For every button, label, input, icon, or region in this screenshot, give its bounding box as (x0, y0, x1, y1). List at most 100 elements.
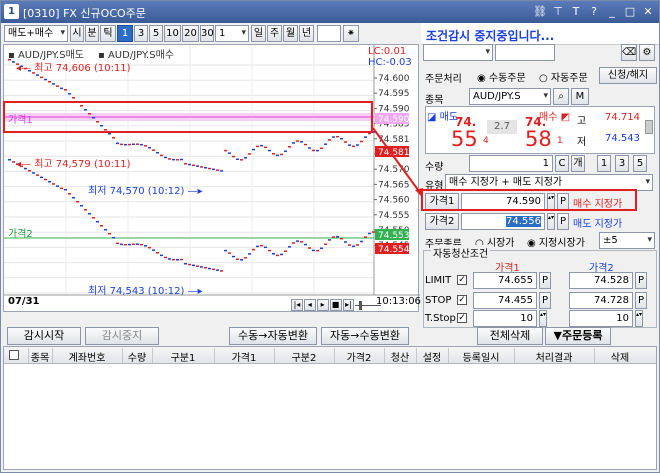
stop2-input[interactable]: 74.728 (569, 292, 633, 309)
period2-button-0[interactable]: 일 (251, 25, 266, 42)
buy-sub: 1 (557, 136, 563, 146)
stop-checkbox[interactable]: ✓ (457, 295, 467, 305)
link-icon[interactable]: ⛓ (533, 4, 547, 19)
account-select[interactable] (423, 44, 493, 61)
period-button-0[interactable]: 시 (70, 25, 84, 42)
manual-to-auto-button[interactable]: 수동→자동변환 (229, 327, 317, 345)
period-button-8[interactable]: 30 (200, 25, 214, 42)
sell-label[interactable]: ◪ 매도 (427, 108, 458, 123)
tolerance-select[interactable]: ±5 (599, 232, 655, 249)
order-grid[interactable]: 종목 계좌번호 수량 구분1 가격1 구분2 가격2 청산 설정 등록일시 처리결과 삭제 (3, 346, 657, 470)
scroll-prev-icon[interactable]: ◂ (303, 299, 316, 311)
grid-col-11[interactable]: 삭제 (594, 349, 646, 364)
stop1-input[interactable]: 74.455 (473, 292, 537, 309)
eraser-icon[interactable]: ⌫ (621, 44, 637, 61)
help-icon[interactable]: ? (587, 4, 601, 19)
start-monitor-button[interactable]: 감시시작 (7, 327, 81, 345)
text-icon[interactable]: T (569, 4, 583, 19)
qty-button-0[interactable]: C (555, 155, 569, 172)
period-button-4[interactable]: 3 (134, 25, 148, 42)
grid-col-0[interactable]: 종목 (28, 349, 52, 364)
apply-cancel-button[interactable]: 신청/해지 (599, 67, 657, 84)
tstop2-stepper[interactable]: ▴▾ (635, 310, 643, 327)
register-order-button[interactable]: ▼주문등록 (545, 327, 611, 345)
scroll-last-icon[interactable]: ▸| (342, 299, 355, 311)
period-button-6[interactable]: 10 (164, 25, 181, 42)
select-all-checkbox[interactable] (9, 350, 19, 360)
period-button-1[interactable]: 분 (85, 25, 99, 42)
qty-button-3[interactable]: 3 (615, 155, 629, 172)
close-icon[interactable]: ✕ (641, 4, 655, 19)
pin-icon[interactable]: ⊤ (551, 4, 565, 19)
limit-checkbox[interactable]: ✓ (457, 275, 467, 285)
grid-col-3[interactable]: 구분1 (152, 349, 214, 364)
tick-buy (72, 197, 75, 199)
qty-button-1[interactable]: 개 (571, 155, 585, 172)
stop-monitor-button[interactable]: 감시중지 (85, 327, 159, 345)
symbol-select[interactable]: AUD/JPY.S (469, 88, 551, 105)
grid-col-2[interactable]: 수량 (122, 349, 152, 364)
auto-to-manual-button[interactable]: 자동→수동변환 (321, 327, 409, 345)
tick-buy (308, 247, 311, 249)
price2-button[interactable]: 가격2 (425, 213, 459, 230)
grid-col-5[interactable]: 구분2 (274, 349, 334, 364)
tick-sell (68, 93, 71, 95)
limit-market-radio[interactable]: ◉ 지정시장가 (527, 234, 585, 249)
quote-scroll[interactable] (645, 120, 653, 134)
sell-price[interactable]: 55 (451, 127, 478, 151)
manual-order-radio[interactable]: ◉ 수동주문 (477, 69, 526, 84)
maximize-icon[interactable]: □ (623, 4, 637, 19)
chart-mode-icon[interactable]: M (571, 88, 589, 105)
zoom-slider[interactable] (355, 299, 382, 311)
limit2-input[interactable]: 74.528 (569, 272, 633, 289)
qty-button-2[interactable]: 1 (597, 155, 611, 172)
period2-button-2[interactable]: 월 (283, 25, 298, 42)
price2-input[interactable]: 74.556 (461, 213, 545, 230)
grid-col-4[interactable]: 가격1 (214, 349, 274, 364)
count-input[interactable] (317, 25, 341, 42)
delete-all-button[interactable]: 전체삭제 (477, 327, 543, 345)
buy-price[interactable]: 58 (525, 127, 552, 151)
side-select[interactable]: 매도+매수 (4, 25, 68, 42)
play-icon[interactable]: ▸ (316, 299, 329, 311)
grid-col-6[interactable]: 가격2 (334, 349, 384, 364)
qty-button-4[interactable]: 5 (633, 155, 647, 172)
stop2-p-button[interactable]: P (635, 292, 647, 309)
period-n-select[interactable]: 1 (215, 25, 249, 42)
tstop1-input[interactable]: 10 (473, 310, 537, 327)
y-tick-label: 74.555 (378, 211, 410, 221)
stop-icon[interactable]: ■ (329, 299, 342, 311)
grid-col-9[interactable]: 등록일시 (448, 349, 514, 364)
period-button-7[interactable]: 20 (182, 25, 199, 42)
password-input[interactable] (495, 44, 555, 61)
tstop-checkbox[interactable]: ✓ (457, 313, 467, 323)
price2-stepper[interactable]: ▴▾ (547, 213, 555, 230)
stop1-p-button[interactable]: P (539, 292, 551, 309)
window-number-icon[interactable]: 1 (4, 4, 19, 19)
period-button-3[interactable]: 1 (117, 25, 133, 42)
auto-order-radio[interactable]: ○ 자동주문 (539, 69, 588, 84)
grid-col-7[interactable]: 청산 (384, 349, 416, 364)
tick-sell (156, 152, 159, 154)
period-button-2[interactable]: 틱 (100, 25, 116, 42)
settings-icon[interactable]: ⁕ (343, 25, 359, 42)
gear-icon[interactable]: ⚙ (639, 44, 655, 61)
scroll-first-icon[interactable]: |◂ (291, 299, 303, 311)
grid-col-10[interactable]: 처리결과 (514, 349, 594, 364)
period2-button-1[interactable]: 주 (267, 25, 282, 42)
grid-col-1[interactable]: 계좌번호 (52, 349, 122, 364)
minimize-icon[interactable]: _ (605, 4, 619, 19)
tstop2-input[interactable]: 10 (569, 310, 633, 327)
limit1-p-button[interactable]: P (539, 272, 551, 289)
tstop1-stepper[interactable]: ▴▾ (539, 310, 547, 327)
limit2-p-button[interactable]: P (635, 272, 647, 289)
price-chart[interactable]: 74.60074.59574.59074.58574.58174.57574.5… (3, 44, 421, 312)
limit1-input[interactable]: 74.655 (473, 272, 537, 289)
price2-p-button[interactable]: P (557, 213, 569, 230)
period-button-5[interactable]: 5 (149, 25, 163, 42)
search-icon[interactable]: ⌕ (553, 88, 569, 105)
qty-input[interactable]: 1 (469, 155, 553, 172)
tick-buy (68, 193, 71, 195)
period2-button-3[interactable]: 년 (299, 25, 314, 42)
grid-col-8[interactable]: 설정 (416, 349, 448, 364)
